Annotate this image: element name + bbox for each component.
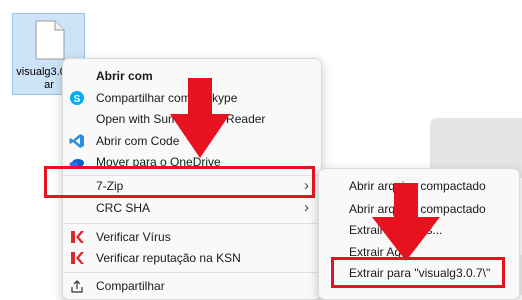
- skype-icon: S: [70, 91, 84, 105]
- menu-item-label: Verificar Vírus: [96, 230, 171, 244]
- chevron-right-icon: ›: [304, 199, 309, 216]
- menu-item-crc-sha[interactable]: CRC SHA ›: [67, 197, 317, 219]
- menu-item-compartilhar[interactable]: Compartilhar: [67, 275, 317, 297]
- menu-separator: [63, 272, 321, 273]
- menu-item-label: Abrir com Code: [96, 134, 180, 148]
- menu-item-verificar-ksn[interactable]: Verificar reputação na KSN: [67, 247, 317, 269]
- vscode-icon: [69, 134, 84, 148]
- svg-text:S: S: [74, 94, 81, 105]
- kaspersky-icon: [71, 231, 84, 243]
- menu-item-verificar-virus[interactable]: Verificar Vírus: [67, 226, 317, 248]
- menu-separator: [63, 223, 321, 224]
- share-icon: [71, 280, 83, 293]
- red-arrow-down-icon: [372, 183, 440, 261]
- kaspersky-icon: [71, 252, 84, 264]
- file-document-icon: [35, 20, 65, 60]
- red-arrow-down-icon: [170, 78, 230, 158]
- highlight-box-7zip: [44, 166, 315, 198]
- menu-item-label: Verificar reputação na KSN: [96, 251, 241, 265]
- menu-item-label: Compartilhar: [96, 279, 165, 293]
- menu-item-label: Abrir com: [96, 69, 153, 83]
- menu-item-label: CRC SHA: [96, 201, 151, 215]
